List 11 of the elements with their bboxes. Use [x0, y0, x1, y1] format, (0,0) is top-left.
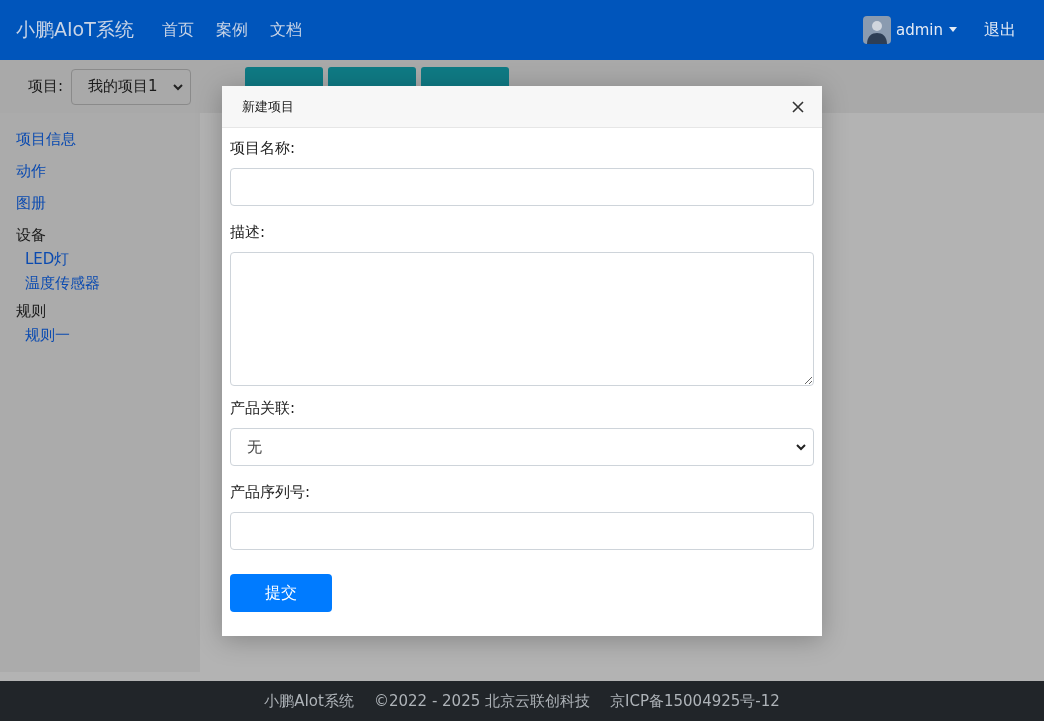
sidebar-heading: 设备 — [16, 225, 47, 246]
footer-text: 小鹏AIot系统 — [264, 691, 354, 711]
sidebar-heading: 规则 — [16, 301, 47, 322]
footer-text: 京ICP备15004925号-12 — [610, 691, 780, 711]
field-label: 描述: — [230, 222, 267, 243]
project-label: 项目: — [28, 77, 64, 96]
field-label: 项目名称: — [230, 138, 297, 159]
footer-text: ©2022 - 2025 北京云联创科技 — [373, 691, 590, 711]
field-label: 产品关联: — [230, 398, 297, 419]
field-label: 产品序列号: — [230, 482, 312, 503]
modal-title: 新建项目 — [242, 97, 294, 116]
